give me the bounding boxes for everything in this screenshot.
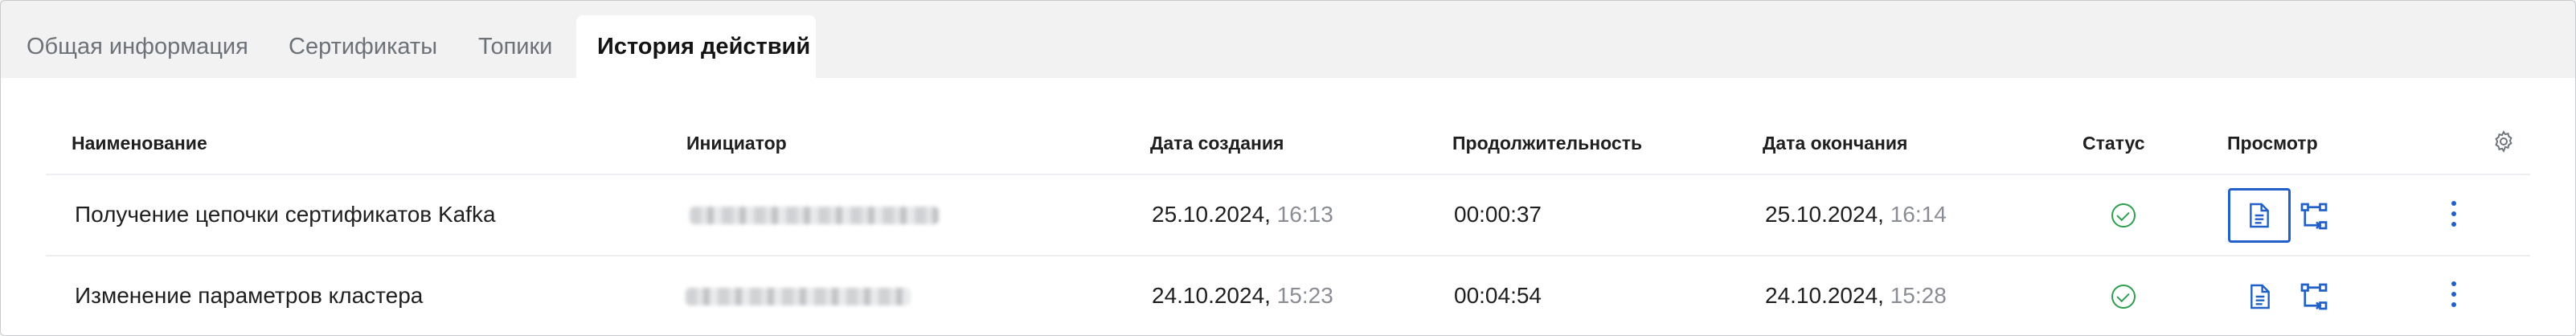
col-header-duration[interactable]: Продолжительность [1452,133,1642,154]
check-circle-icon [2111,203,2136,227]
view-document-button[interactable] [2244,281,2276,313]
ended-cell: 24.10.2024, 15:28 [1765,283,1947,309]
col-header-status[interactable]: Статус [2083,133,2145,154]
tab-bar: Общая информация Сертификаты Топики Исто… [1,1,2575,78]
created-cell: 24.10.2024, 15:23 [1152,283,1333,309]
gear-icon[interactable] [2490,128,2517,155]
created-date: 24.10.2024, [1152,283,1271,308]
created-time: 16:13 [1276,202,1333,227]
view-graph-button[interactable] [2298,200,2330,232]
row-name: Изменение параметров кластера [75,283,424,308]
more-vertical-icon[interactable] [2450,281,2458,313]
action-history-panel: Наименование Инициатор Дата создания Про… [1,78,2575,335]
redacted-initiator [686,288,911,305]
duration-cell: 00:04:54 [1454,283,1542,308]
view-graph-button[interactable] [2298,281,2330,313]
redacted-initiator [690,207,939,224]
col-header-view[interactable]: Просмотр [2227,133,2318,154]
col-header-name[interactable]: Наименование [72,133,207,154]
created-time: 15:23 [1276,283,1333,308]
tab-topics[interactable]: Топики [478,15,552,78]
document-icon [2250,284,2270,309]
duration-cell: 00:00:37 [1454,202,1542,227]
ended-time: 15:28 [1890,283,1947,308]
document-icon [2250,203,2269,228]
tab-action-history[interactable]: История действий [576,15,816,78]
col-header-ended[interactable]: Дата окончания [1763,133,1907,154]
ended-time: 16:14 [1890,202,1947,227]
flow-graph-icon [2300,203,2328,230]
tab-general-info[interactable]: Общая информация [27,15,248,78]
header-divider [46,174,2530,175]
created-cell: 25.10.2024, 16:13 [1152,202,1333,227]
check-circle-icon [2111,285,2136,309]
window: Общая информация Сертификаты Топики Исто… [0,0,2576,336]
tab-certificates[interactable]: Сертификаты [289,15,437,78]
flow-graph-icon [2300,283,2328,310]
row-divider [46,255,2530,256]
ended-date: 24.10.2024, [1765,283,1884,308]
col-header-created[interactable]: Дата создания [1150,133,1284,154]
row-name: Получение цепочки сертификатов Kafka [75,202,496,227]
created-date: 25.10.2024, [1152,202,1271,227]
ended-date: 25.10.2024, [1765,202,1884,227]
col-header-initiator[interactable]: Инициатор [686,133,787,154]
view-document-button[interactable] [2228,188,2291,243]
more-vertical-icon[interactable] [2450,201,2458,233]
ended-cell: 25.10.2024, 16:14 [1765,202,1947,227]
